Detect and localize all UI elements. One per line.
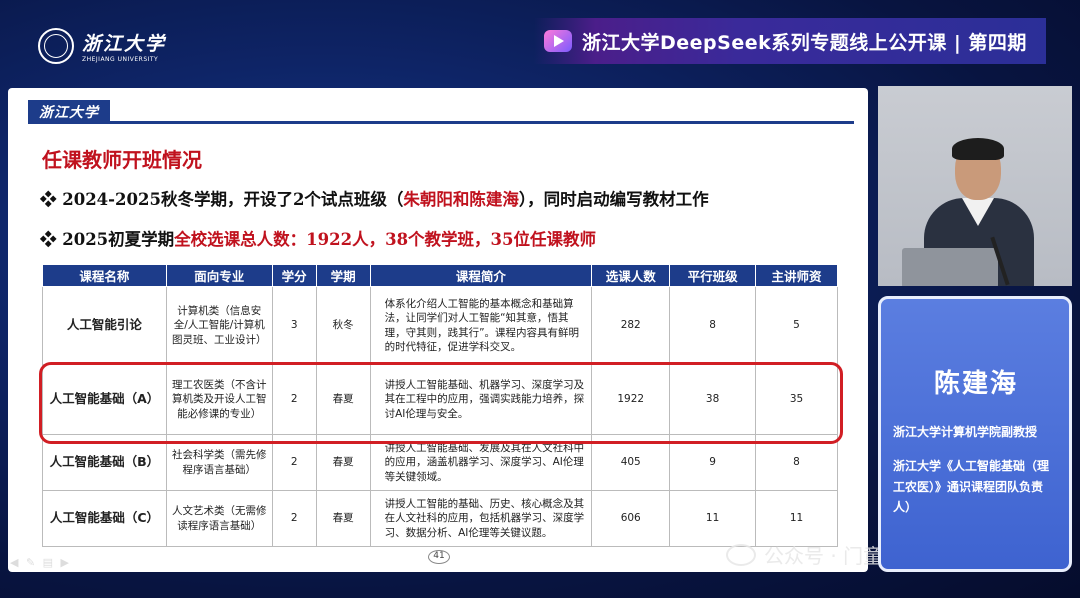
laptop-icon	[902, 248, 998, 286]
course-term: 秋冬	[315, 286, 371, 365]
presentation-slide: 浙江大学 任课教师开班情况 ❖ 2024-2025秋冬学期，开设了2个试点班级（…	[8, 88, 868, 572]
course-name: 人工智能引论	[42, 286, 167, 365]
column-header: 学期	[315, 264, 371, 287]
course-name: 人工智能基础（B）	[42, 434, 167, 491]
course-name: 人工智能基础（A）	[42, 364, 167, 435]
play-icon	[544, 30, 572, 52]
university-logo: 浙江大学 ZHEJIANG UNIVERSITY	[38, 26, 168, 66]
course-intro: 讲授人工智能基础、机器学习、深度学习及其在工程中的应用，强调实践能力培养，探讨A…	[369, 364, 593, 435]
course-enrolled: 405	[591, 434, 671, 491]
slide-header: 浙江大学	[28, 100, 854, 124]
slide-logo: 浙江大学	[28, 100, 110, 124]
course-teachers: 5	[755, 286, 838, 365]
slide-toolbar[interactable]: ◀ ✎ ▤ ▶	[10, 556, 71, 569]
column-header: 平行班级	[669, 264, 757, 287]
slide-title: 任课教师开班情况	[42, 148, 202, 172]
course-intro: 讲授人工智能的基础、历史、核心概念及其在人文社科的应用，包括机器学习、深度学习、…	[369, 490, 593, 547]
course-major: 人文艺术类（无需修读程序语言基础）	[165, 490, 273, 547]
speaker-title: 浙江大学计算机学院副教授	[893, 425, 1038, 439]
column-header: 学分	[271, 264, 317, 287]
course-credit: 3	[271, 286, 317, 365]
column-header: 课程简介	[369, 264, 593, 287]
table-row: 人工智能基础（A） 理工农医类（不含计算机类及开设人工智能必修课的专业） 2 春…	[42, 364, 838, 435]
banner-title: 浙江大学DeepSeek系列专题线上公开课 | 第四期	[582, 31, 1027, 54]
table-row: 人工智能基础（C） 人文艺术类（无需修读程序语言基础） 2 春夏 讲授人工智能的…	[42, 490, 838, 547]
course-classes: 38	[669, 364, 757, 435]
bullet-pilot-classes: ❖ 2024-2025秋冬学期，开设了2个试点班级（朱朝阳和陈建海），同时启动编…	[40, 190, 709, 209]
course-credit: 2	[271, 364, 317, 435]
course-classes: 9	[669, 434, 757, 491]
course-classes: 11	[669, 490, 757, 547]
course-intro: 体系化介绍人工智能的基本概念和基础算法，让同学们对人工智能“知其意，悟其理，守其…	[369, 286, 593, 365]
course-table: 课程名称 面向专业 学分 学期 课程简介 选课人数 平行班级 主讲师资 人工智能…	[42, 264, 838, 547]
course-enrolled: 606	[591, 490, 671, 547]
course-teachers: 35	[755, 364, 838, 435]
speaker-role: 浙江大学《人工智能基础（理工农医）》通识课程团队负责人）	[893, 459, 1050, 515]
course-enrolled: 282	[591, 286, 671, 365]
column-header: 主讲师资	[755, 264, 838, 287]
column-header: 面向专业	[165, 264, 273, 287]
page-number: 41	[428, 550, 450, 564]
logo-english-text: ZHEJIANG UNIVERSITY	[82, 56, 159, 63]
speaker-video	[878, 86, 1072, 286]
course-banner: 浙江大学DeepSeek系列专题线上公开课 | 第四期	[534, 18, 1046, 64]
table-row: 人工智能基础（B） 社会科学类（需先修程序语言基础） 2 春夏 讲授人工智能基础…	[42, 434, 838, 491]
course-credit: 2	[271, 490, 317, 547]
course-term: 春夏	[315, 434, 371, 491]
bullet-enrollment-summary: ❖ 2025初夏学期全校选课总人数：1922人，38个教学班，35位任课教师	[40, 230, 597, 249]
speaker-name: 陈建海	[933, 369, 1018, 399]
course-classes: 8	[669, 286, 757, 365]
course-name: 人工智能基础（C）	[42, 490, 167, 547]
course-credit: 2	[271, 434, 317, 491]
course-teachers: 8	[755, 434, 838, 491]
column-header: 选课人数	[591, 264, 671, 287]
course-teachers: 11	[755, 490, 838, 547]
wechat-icon	[726, 543, 756, 566]
speaker-card: 陈建海 浙江大学计算机学院副教授 浙江大学《人工智能基础（理工农医）》通识课程团…	[878, 296, 1072, 572]
course-major: 理工农医类（不含计算机类及开设人工智能必修课的专业）	[165, 364, 273, 435]
course-major: 社会科学类（需先修程序语言基础）	[165, 434, 273, 491]
course-enrolled: 1922	[591, 364, 671, 435]
column-header: 课程名称	[42, 264, 167, 287]
university-seal-icon	[38, 28, 74, 64]
course-term: 春夏	[315, 490, 371, 547]
course-term: 春夏	[315, 364, 371, 435]
table-header-row: 课程名称 面向专业 学分 学期 课程简介 选课人数 平行班级 主讲师资	[42, 264, 838, 287]
table-row: 人工智能引论 计算机类（信息安全/人工智能/计算机图灵班、工业设计） 3 秋冬 …	[42, 286, 838, 365]
logo-chinese-text: 浙江大学	[82, 33, 167, 55]
course-major: 计算机类（信息安全/人工智能/计算机图灵班、工业设计）	[165, 286, 273, 365]
course-intro: 讲授人工智能基础、发展及其在人文社科中的应用，涵盖机器学习、深度学习、AI伦理等…	[369, 434, 593, 491]
